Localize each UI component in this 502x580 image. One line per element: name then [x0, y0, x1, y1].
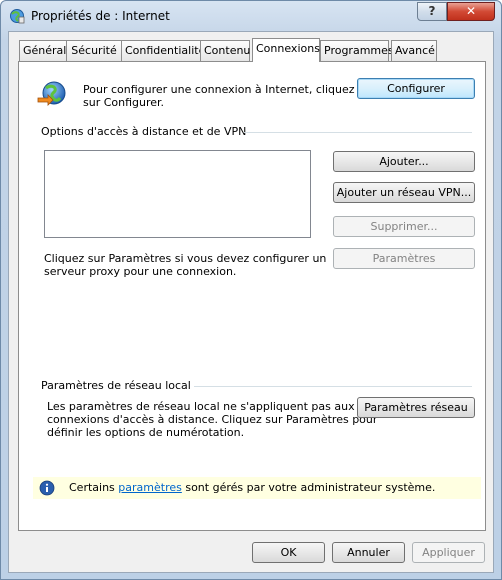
tab-confidentialite[interactable]: Confidentialité: [121, 40, 205, 61]
add-vpn-button[interactable]: Ajouter un réseau VPN...: [333, 182, 475, 203]
info-prefix: Certains: [69, 481, 119, 494]
info-suffix: sont gérés par votre administrateur syst…: [181, 481, 436, 494]
tab-connexions[interactable]: Connexions: [252, 38, 320, 62]
close-button[interactable]: ✕: [447, 2, 495, 21]
tab-general[interactable]: Général: [19, 40, 67, 61]
title-bar[interactable]: Propriétés de : Internet ? ✕: [1, 1, 501, 31]
configurer-button[interactable]: Configurer: [357, 78, 475, 99]
lan-settings-button[interactable]: Paramètres réseau: [357, 397, 475, 418]
admin-info-text: Certains paramètres sont gérés par votre…: [69, 481, 435, 495]
dialog-body: Général Sécurité Confidentialité Contenu…: [8, 31, 494, 573]
info-settings-link[interactable]: paramètres: [118, 481, 182, 494]
proxy-text-line1: Cliquez sur Paramètres si vous devez con…: [44, 252, 327, 265]
dialog-window: Propriétés de : Internet ? ✕ Général Séc…: [0, 0, 502, 580]
lan-text-line3: définir les options de numérotation.: [47, 426, 245, 439]
connexions-panel: Pour configurer une connexion à Internet…: [18, 61, 486, 531]
dialup-group-divider: [244, 132, 472, 133]
info-icon: [39, 480, 55, 496]
help-button[interactable]: ?: [417, 2, 447, 21]
setup-text-line2: sur Configurer.: [83, 96, 165, 109]
internet-globe-icon: [37, 81, 66, 106]
add-connection-button[interactable]: Ajouter...: [333, 151, 475, 172]
tab-securite[interactable]: Sécurité: [66, 40, 122, 61]
cancel-button[interactable]: Annuler: [332, 542, 405, 563]
internet-options-icon: [10, 9, 25, 24]
connections-listbox[interactable]: [44, 150, 311, 238]
tab-programmes[interactable]: Programmes: [320, 40, 394, 61]
remove-button[interactable]: Supprimer...: [333, 216, 475, 237]
window-title: Propriétés de : Internet: [31, 9, 170, 23]
admin-info-bar: Certains paramètres sont gérés par votre…: [33, 477, 481, 499]
apply-button[interactable]: Appliquer: [412, 542, 485, 563]
lan-text-line1: Les paramètres de réseau local ne s'appl…: [47, 400, 355, 413]
ok-button[interactable]: OK: [252, 542, 325, 563]
proxy-text-line2: serveur proxy pour une connexion.: [44, 265, 237, 278]
lan-text-line2: connexions d'accès à distance. Cliquez s…: [47, 413, 378, 426]
dialup-settings-button[interactable]: Paramètres: [333, 248, 475, 269]
setup-text-line1: Pour configurer une connexion à Internet…: [83, 83, 355, 96]
tab-contenu[interactable]: Contenu: [200, 40, 250, 61]
lan-group-divider: [194, 386, 472, 387]
dialup-group-label: Options d'accès à distance et de VPN: [41, 125, 247, 138]
lan-group-label: Paramètres de réseau local: [41, 379, 191, 392]
tab-avance[interactable]: Avancé: [391, 40, 437, 61]
